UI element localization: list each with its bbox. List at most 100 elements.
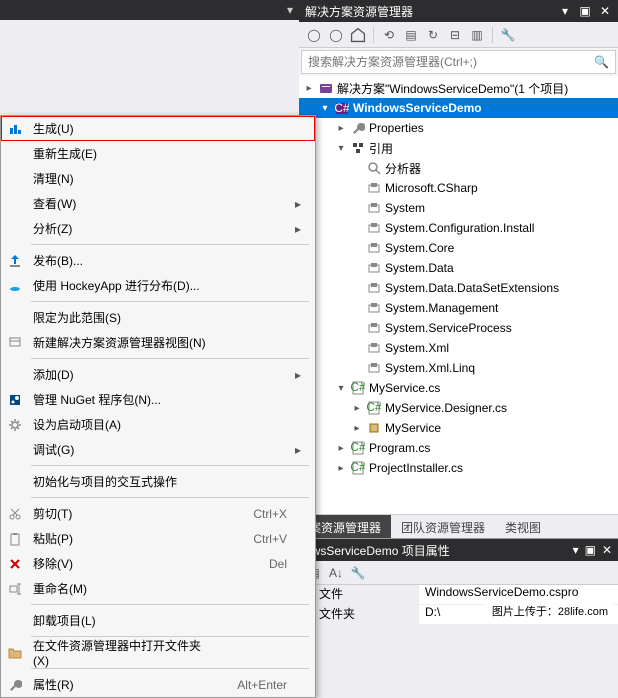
expander-icon[interactable]: ▸ — [335, 463, 347, 474]
tree-node[interactable]: ▸Program.cs — [299, 438, 618, 458]
dropdown-icon[interactable]: ▾ — [558, 4, 572, 18]
menu-separator — [31, 604, 309, 605]
menu-item[interactable]: 粘贴(P)Ctrl+V — [1, 526, 315, 551]
tree-node-label: System.ServiceProcess — [385, 321, 512, 335]
menu-item[interactable]: 添加(D)▸ — [1, 362, 315, 387]
solution-explorer-panel: 解决方案资源管理器 ▾ ▣ ✕ ◯ ◯ ⟲ ▤ ↻ ⊟ ▥ 🔧 🔍 ▸解决方案"… — [299, 0, 618, 625]
tree-node[interactable]: ▸ProjectInstaller.cs — [299, 458, 618, 478]
tree-node[interactable]: ▾MyService.cs — [299, 378, 618, 398]
menu-item[interactable]: 新建解决方案资源管理器视图(N) — [1, 330, 315, 355]
menu-item[interactable]: 查看(W)▸ — [1, 191, 315, 216]
wrench-icon[interactable]: 🔧 — [499, 26, 517, 44]
collapse-icon[interactable]: ⊟ — [446, 26, 464, 44]
menu-item[interactable]: 管理 NuGet 程序包(N)... — [1, 387, 315, 412]
menu-item-label: 卸载项目(L) — [33, 612, 209, 629]
prop-key: 文件 — [299, 585, 419, 604]
tree-node[interactable]: ▾WindowsServiceDemo — [299, 98, 618, 118]
sync-icon[interactable]: ⟲ — [380, 26, 398, 44]
tree-node-label: Properties — [369, 121, 424, 135]
ref1-icon — [366, 180, 382, 196]
menu-item[interactable]: 重命名(M) — [1, 576, 315, 601]
tree-node[interactable]: ▸ Properties — [299, 118, 618, 138]
expander-icon[interactable]: ▸ — [335, 123, 347, 134]
tree-node[interactable]: System.Data — [299, 258, 618, 278]
expander-icon[interactable]: ▸ — [335, 443, 347, 454]
editor-dropdown-icon[interactable]: ▾ — [287, 3, 293, 17]
menu-item-label: 剪切(T) — [33, 505, 209, 522]
expander-icon[interactable]: ▸ — [351, 403, 363, 414]
menu-item-label: 初始化与项目的交互式操作 — [33, 473, 209, 490]
build-icon — [5, 119, 25, 139]
tab-class-view[interactable]: 类视图 — [495, 515, 551, 538]
se-search[interactable]: 🔍 — [301, 50, 616, 74]
expander-icon[interactable]: ▾ — [335, 143, 347, 154]
menu-item-label: 生成(U) — [33, 120, 209, 137]
tree-node[interactable]: System.Data.DataSetExtensions — [299, 278, 618, 298]
menu-item[interactable]: 发布(B)... — [1, 248, 315, 273]
tree-node[interactable]: System — [299, 198, 618, 218]
close-icon[interactable]: ✕ — [602, 543, 612, 557]
tree-node[interactable]: ▸ 解决方案"WindowsServiceDemo"(1 个项目) — [299, 78, 618, 98]
tree-node[interactable]: ▾引用 — [299, 138, 618, 158]
menu-item[interactable]: 调试(G)▸ — [1, 437, 315, 462]
tree-node[interactable]: ▸MyService.Designer.cs — [299, 398, 618, 418]
search-input[interactable] — [308, 55, 594, 69]
expander-icon[interactable]: ▸ — [303, 83, 315, 94]
menu-item-label: 新建解决方案资源管理器视图(N) — [33, 334, 209, 351]
tree-node[interactable]: System.Xml.Linq — [299, 358, 618, 378]
menu-item[interactable]: 重新生成(E) — [1, 141, 315, 166]
menu-item[interactable]: 在文件资源管理器中打开文件夹(X) — [1, 640, 315, 665]
expander-icon[interactable]: ▸ — [351, 423, 363, 434]
menu-item[interactable]: 属性(R)Alt+Enter — [1, 672, 315, 697]
ref1-icon — [366, 320, 382, 336]
menu-item[interactable]: 清理(N) — [1, 166, 315, 191]
folder-icon — [5, 643, 25, 663]
search-icon[interactable]: 🔍 — [594, 55, 609, 69]
tab-team-explorer[interactable]: 团队资源管理器 — [391, 515, 495, 538]
tree-node[interactable]: System.Core — [299, 238, 618, 258]
back-icon[interactable]: ◯ — [305, 26, 323, 44]
blank-icon — [5, 194, 25, 214]
wrench-icon[interactable]: 🔧 — [349, 564, 367, 582]
home-icon[interactable] — [349, 26, 367, 44]
tree-node[interactable]: System.Management — [299, 298, 618, 318]
sort-icon[interactable]: A↓ — [327, 564, 345, 582]
properties-icon[interactable]: ▥ — [468, 26, 486, 44]
tree-node[interactable]: System.Xml — [299, 338, 618, 358]
showall-icon[interactable]: ▤ — [402, 26, 420, 44]
ref1-icon — [366, 220, 382, 236]
cls-icon — [366, 420, 382, 436]
tree-node[interactable]: Microsoft.CSharp — [299, 178, 618, 198]
dropdown-icon[interactable]: ▾ — [573, 543, 579, 557]
menu-item[interactable]: 限定为此范围(S) — [1, 305, 315, 330]
refresh-icon[interactable]: ↻ — [424, 26, 442, 44]
menu-item[interactable]: 生成(U) — [1, 116, 315, 141]
ref1-icon — [366, 360, 382, 376]
expander-icon[interactable]: ▾ — [335, 383, 347, 394]
menu-item[interactable]: 剪切(T)Ctrl+X — [1, 501, 315, 526]
tree-node[interactable]: ▸MyService — [299, 418, 618, 438]
publish-icon — [5, 251, 25, 271]
tree-node[interactable]: System.ServiceProcess — [299, 318, 618, 338]
tree-node-label: 解决方案"WindowsServiceDemo"(1 个项目) — [337, 80, 568, 97]
gear-icon — [5, 415, 25, 435]
pin-icon[interactable]: ▣ — [578, 4, 592, 18]
blank-icon — [5, 472, 25, 492]
menu-item[interactable]: 使用 HockeyApp 进行分布(D)... — [1, 273, 315, 298]
menu-item[interactable]: 卸载项目(L) — [1, 608, 315, 633]
rename-icon — [5, 579, 25, 599]
close-icon[interactable]: ✕ — [598, 4, 612, 18]
solution-tree[interactable]: ▸ 解决方案"WindowsServiceDemo"(1 个项目)▾Windows… — [299, 76, 618, 514]
menu-item[interactable]: 移除(V)Del — [1, 551, 315, 576]
menu-separator — [31, 465, 309, 466]
menu-item[interactable]: 初始化与项目的交互式操作 — [1, 469, 315, 494]
wrench-icon — [350, 120, 366, 136]
menu-item[interactable]: 设为启动项目(A) — [1, 412, 315, 437]
forward-icon[interactable]: ◯ — [327, 26, 345, 44]
expander-icon[interactable]: ▾ — [319, 103, 331, 114]
pin-icon[interactable]: ▣ — [585, 543, 596, 557]
props-icon — [5, 675, 25, 695]
menu-item[interactable]: 分析(Z)▸ — [1, 216, 315, 241]
tree-node[interactable]: System.Configuration.Install — [299, 218, 618, 238]
tree-node[interactable]: 分析器 — [299, 158, 618, 178]
